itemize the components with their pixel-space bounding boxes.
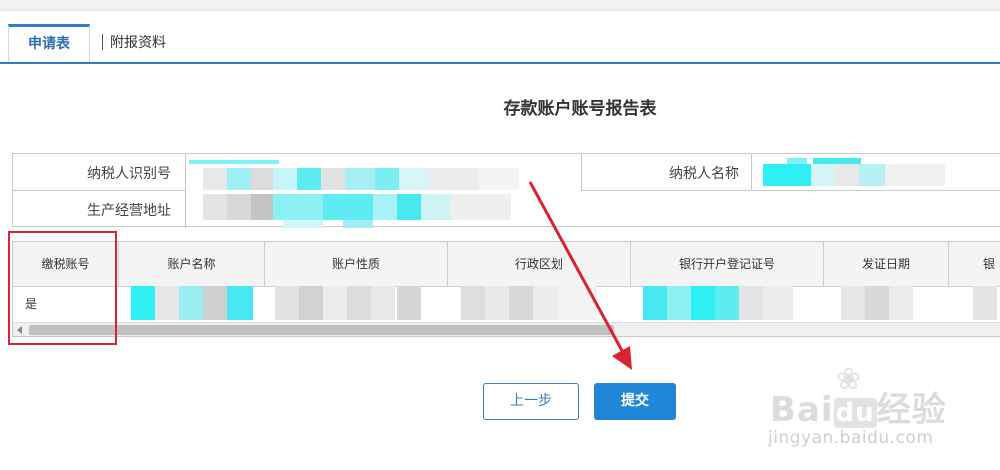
submit-button[interactable]: 提交 — [594, 383, 676, 420]
watermark-logo: Baidu经验 — [770, 390, 947, 430]
watermark-url: jingyan.baidu.com — [768, 428, 934, 448]
previous-step-button[interactable]: 上一步 — [483, 383, 579, 420]
